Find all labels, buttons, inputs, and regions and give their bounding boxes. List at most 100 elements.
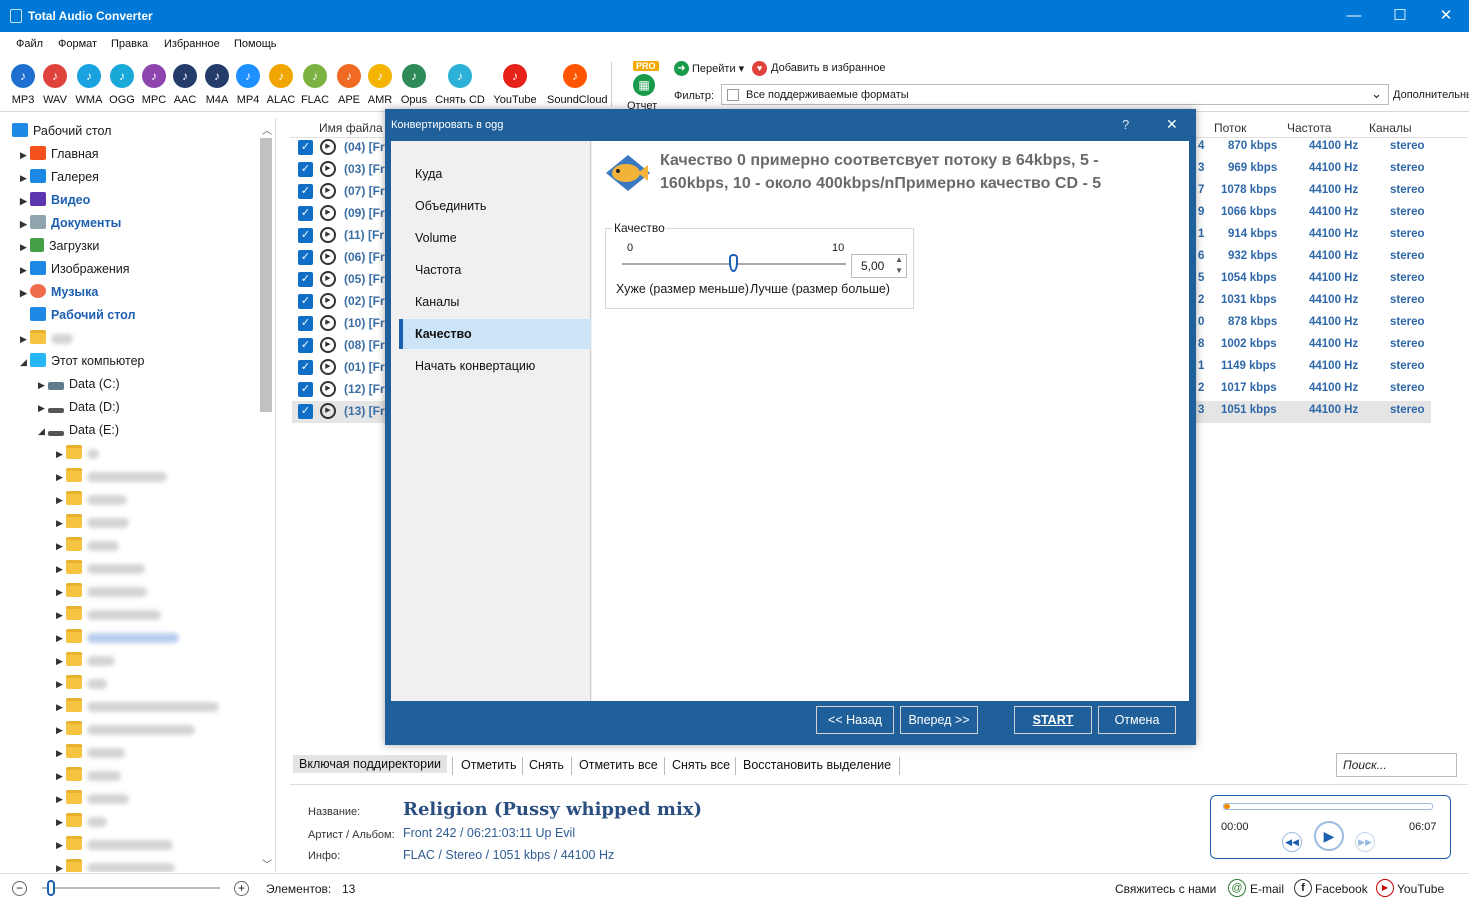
play-icon[interactable]: ▶ xyxy=(320,205,336,221)
tree-folder[interactable]: ▶ xyxy=(56,765,121,785)
tree-drive-c[interactable]: ▶ Data (C:) xyxy=(38,374,120,394)
play-icon[interactable]: ▶ xyxy=(320,337,336,353)
tree-folder[interactable]: ▶ xyxy=(56,581,147,601)
checkbox[interactable]: ✓ xyxy=(298,206,313,221)
spin-down-icon[interactable]: ▼ xyxy=(895,266,903,275)
tree-folder[interactable]: ▶ xyxy=(56,604,161,624)
menu-edit[interactable]: Правка xyxy=(111,38,148,50)
checkbox[interactable]: ✓ xyxy=(298,272,313,287)
menu-help[interactable]: Помощь xyxy=(234,38,277,50)
close-button[interactable]: ✕ xyxy=(1423,0,1469,32)
include-subdirs-button[interactable]: Включая поддиректории xyxy=(293,755,448,773)
checkbox[interactable]: ✓ xyxy=(298,294,313,309)
goto-button[interactable]: Перейти ▾ xyxy=(692,62,744,75)
restore-selection-button[interactable]: Восстановить выделение xyxy=(743,758,891,772)
rewind-icon[interactable]: ◀◀ xyxy=(1282,832,1302,852)
tree-folder[interactable]: ▶ xyxy=(56,696,219,716)
uncheck-button[interactable]: Снять xyxy=(529,758,564,772)
add-favorites-button[interactable]: Добавить в избранное xyxy=(771,62,886,74)
checkbox[interactable]: ✓ xyxy=(298,184,313,199)
col-name-header[interactable]: Имя файла xyxy=(319,121,383,135)
menu-favorites[interactable]: Избранное xyxy=(164,38,220,50)
back-button[interactable]: << Назад xyxy=(816,706,894,734)
youtube-link[interactable]: YouTube xyxy=(1397,882,1444,896)
tree-item-home[interactable]: ▶ Главная xyxy=(20,144,99,164)
wizard-step[interactable]: Частота xyxy=(399,255,591,285)
col-channels-header[interactable]: Каналы xyxy=(1369,121,1412,135)
play-icon[interactable]: ▶ xyxy=(320,315,336,331)
next-button[interactable]: Вперед >> xyxy=(900,706,978,734)
check-all-button[interactable]: Отметить все xyxy=(579,758,658,772)
dialog-close-button[interactable]: ✕ xyxy=(1166,116,1178,133)
tree-folder[interactable]: ▶ xyxy=(56,673,107,693)
tree-drive-e[interactable]: ◢ Data (E:) xyxy=(38,420,119,440)
email-link[interactable]: E-mail xyxy=(1250,882,1284,896)
wizard-step[interactable]: Volume xyxy=(399,223,591,253)
play-icon[interactable]: ▶ xyxy=(1314,821,1344,851)
tree-folder[interactable]: ▶ xyxy=(56,742,125,762)
checkbox[interactable]: ✓ xyxy=(298,250,313,265)
search-input[interactable]: Поиск... xyxy=(1336,753,1457,777)
tree-folder[interactable]: ▶ xyxy=(56,558,145,578)
tree-item-gallery[interactable]: ▶ Галерея xyxy=(20,167,99,187)
start-button[interactable]: START xyxy=(1014,706,1092,734)
tree-folder[interactable]: ▶ xyxy=(56,535,119,555)
filter-select[interactable]: Все поддерживаемые форматы ⌄ xyxy=(721,84,1389,105)
tree-folder[interactable]: ▶ xyxy=(56,834,173,854)
play-icon[interactable]: ▶ xyxy=(320,381,336,397)
play-icon[interactable]: ▶ xyxy=(320,139,336,155)
play-icon[interactable]: ▶ xyxy=(320,249,336,265)
checkbox[interactable]: ✓ xyxy=(298,382,313,397)
forward-icon[interactable]: ▶▶ xyxy=(1355,832,1375,852)
tree-folder[interactable]: ▶ xyxy=(56,466,167,486)
tree-folder[interactable]: ▶ xyxy=(56,512,129,532)
zoom-in-icon[interactable]: + xyxy=(234,881,249,896)
tree-item-computer[interactable]: ◢ Этот компьютер xyxy=(20,351,144,371)
col-freq-header[interactable]: Частота xyxy=(1287,121,1331,135)
checkbox[interactable]: ✓ xyxy=(298,162,313,177)
quality-spinbox[interactable]: 5,00 ▲ ▼ xyxy=(851,254,907,278)
menu-file[interactable]: Файл xyxy=(16,38,43,50)
tree-scrollbar[interactable]: ︿ ﹀ xyxy=(258,122,274,872)
tree-item-desktop[interactable]: Рабочий стол xyxy=(30,305,135,325)
quality-slider[interactable] xyxy=(622,254,846,272)
wizard-step[interactable]: Куда xyxy=(399,159,591,189)
checkbox[interactable]: ✓ xyxy=(298,140,313,155)
cancel-button[interactable]: Отмена xyxy=(1098,706,1176,734)
checkbox[interactable]: ✓ xyxy=(298,404,313,419)
spin-up-icon[interactable]: ▲ xyxy=(895,255,903,264)
zoom-out-icon[interactable]: − xyxy=(12,881,27,896)
tree-root-desktop[interactable]: Рабочий стол xyxy=(12,121,111,141)
help-button[interactable]: ? xyxy=(1122,117,1129,132)
tree-item-pictures[interactable]: ▶ Изображения xyxy=(20,259,130,279)
play-icon[interactable]: ▶ xyxy=(320,271,336,287)
youtube-format-button[interactable]: ♪ YouTube xyxy=(493,64,537,106)
tree-item-documents[interactable]: ▶ Документы xyxy=(20,213,121,233)
zoom-slider[interactable] xyxy=(42,880,220,896)
scroll-down-icon[interactable]: ﹀ xyxy=(262,856,272,871)
wizard-step[interactable]: Объединить xyxy=(399,191,591,221)
minimize-button[interactable]: — xyxy=(1331,0,1377,32)
zoom-thumb[interactable] xyxy=(47,880,56,896)
more-button[interactable]: Дополнительны xyxy=(1393,89,1469,101)
tree-folder[interactable]: ▶ xyxy=(56,627,179,647)
checkbox[interactable]: ✓ xyxy=(298,228,313,243)
maximize-button[interactable]: ☐ xyxy=(1377,0,1423,32)
wizard-step[interactable]: Каналы xyxy=(399,287,591,317)
col-bitrate-header[interactable]: Поток xyxy=(1214,121,1246,135)
play-icon[interactable]: ▶ xyxy=(320,403,336,419)
checkbox[interactable]: ✓ xyxy=(298,360,313,375)
tree-item-hidden[interactable]: ▶ xyxy=(20,328,73,348)
tree-folder[interactable]: ▶ xyxy=(56,489,127,509)
facebook-link[interactable]: Facebook xyxy=(1315,882,1368,896)
opus-format-button[interactable]: ♪ Opus xyxy=(397,64,431,106)
scroll-up-icon[interactable]: ︿ xyxy=(262,122,272,137)
tree-folder[interactable]: ▶ xyxy=(56,443,99,463)
checkbox[interactable]: ✓ xyxy=(298,338,313,353)
uncheck-all-button[interactable]: Снять все xyxy=(672,758,730,772)
tree-folder[interactable]: ▶ xyxy=(56,811,107,831)
play-icon[interactable]: ▶ xyxy=(320,183,336,199)
scroll-thumb[interactable] xyxy=(260,138,272,412)
tree-drive-d[interactable]: ▶ Data (D:) xyxy=(38,397,120,417)
progress-bar[interactable] xyxy=(1223,803,1433,810)
